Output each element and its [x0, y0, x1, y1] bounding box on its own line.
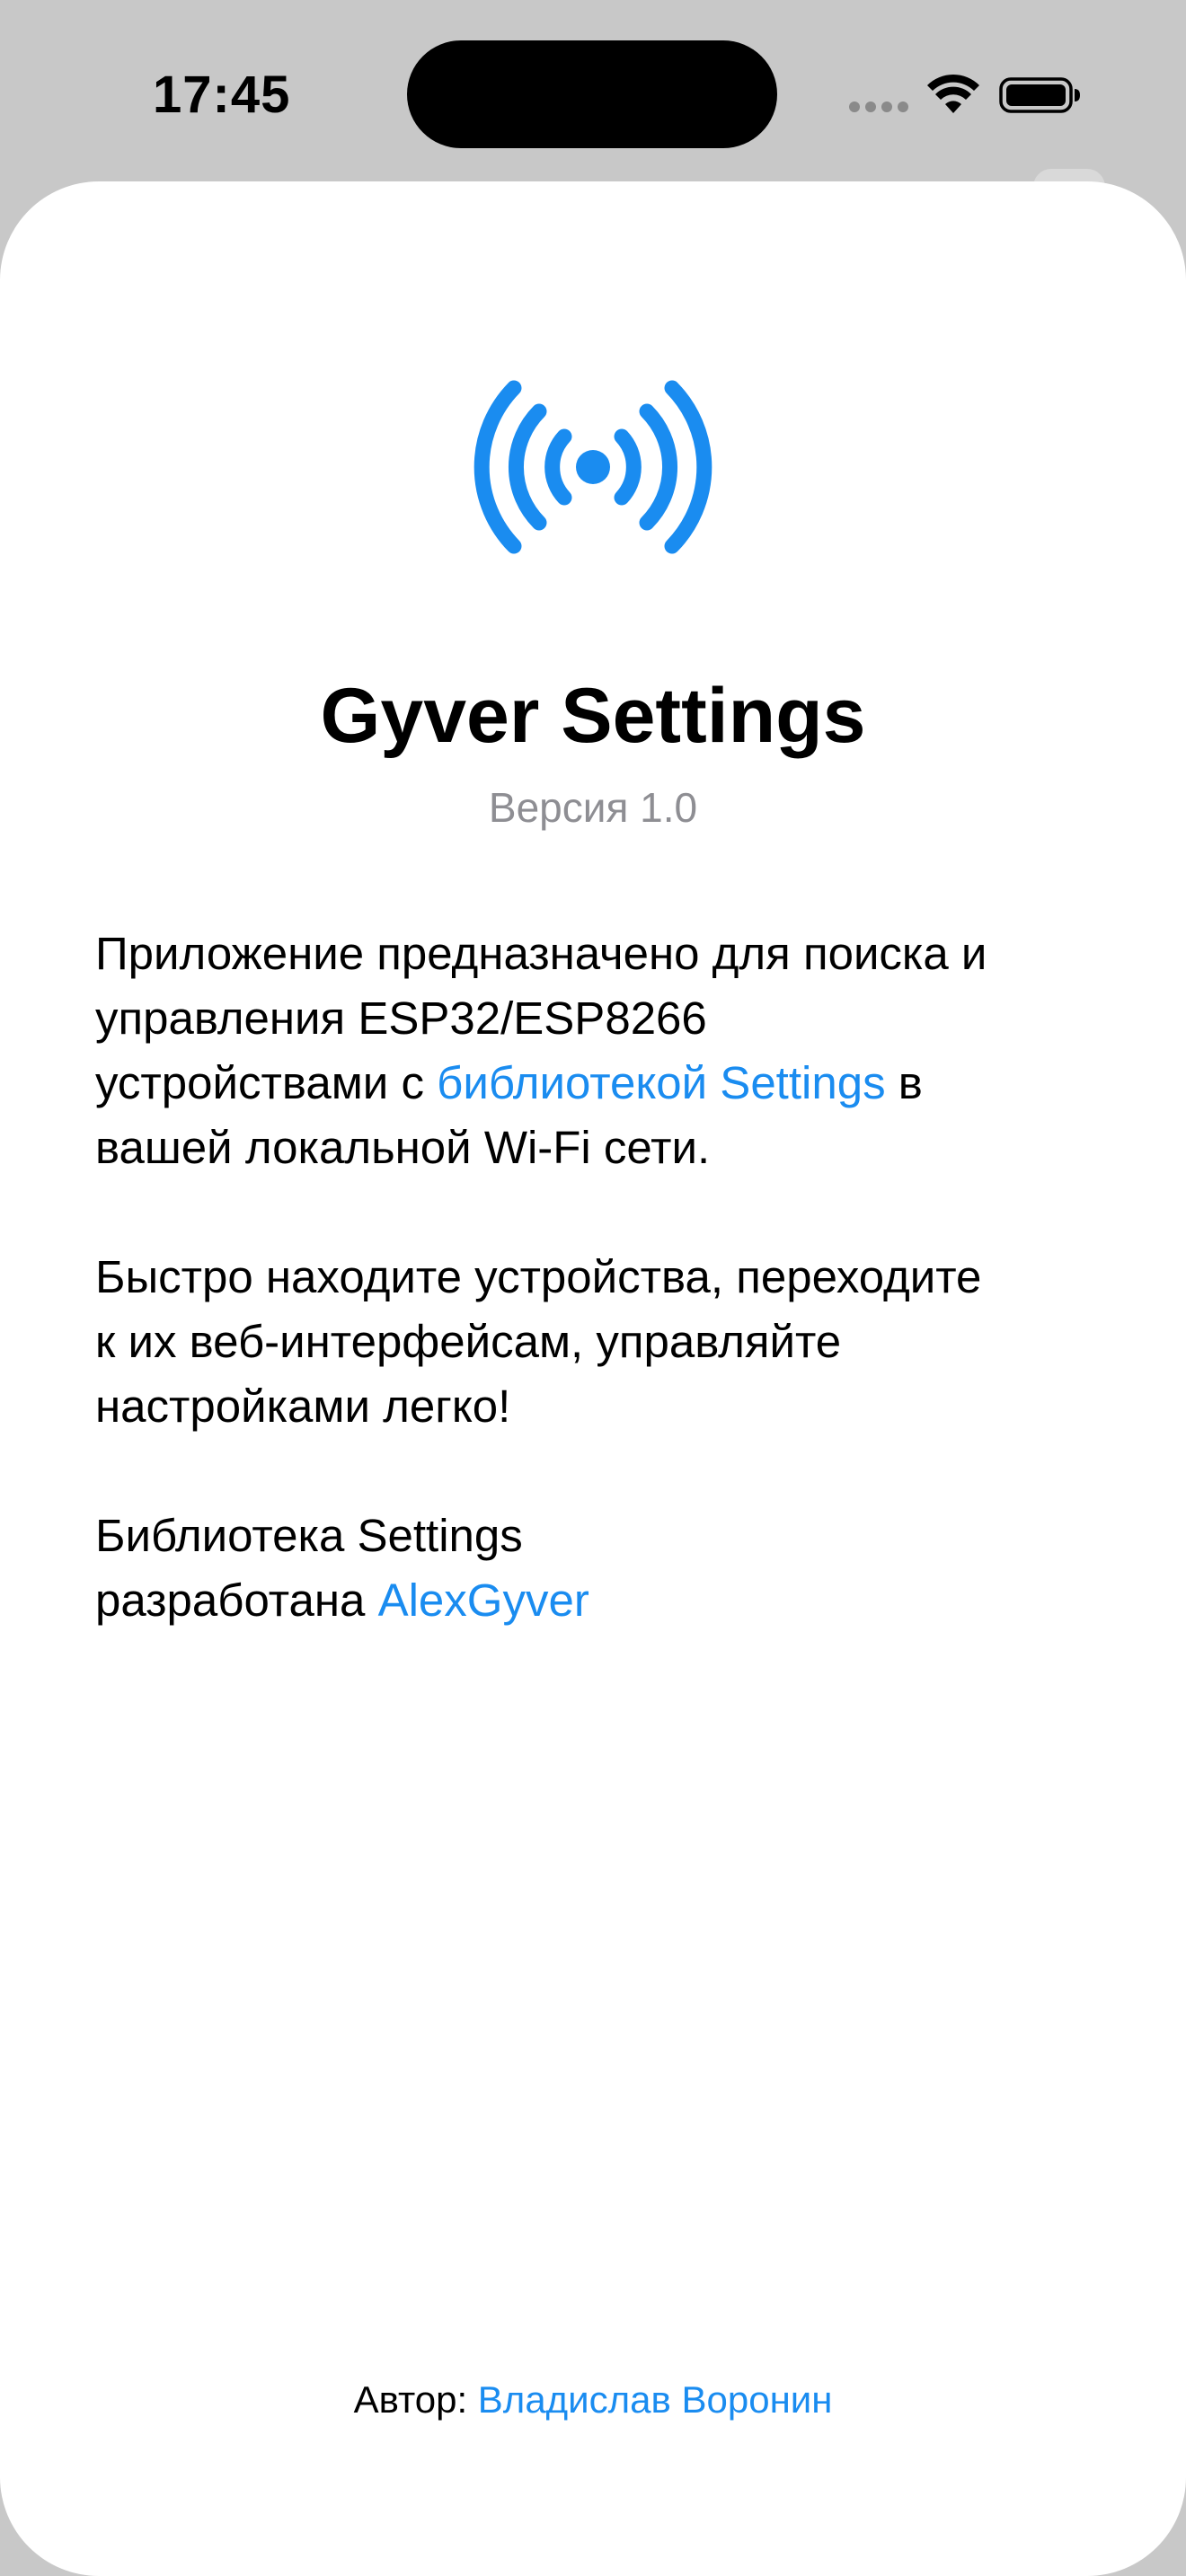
- settings-library-link[interactable]: библиотекой Settings: [437, 1057, 885, 1108]
- author-label: Автор:: [353, 2378, 478, 2421]
- description-line: устройствами с: [95, 1057, 438, 1108]
- app-version: Версия 1.0: [488, 784, 698, 831]
- wifi-icon: [927, 74, 979, 113]
- features-line: Быстро находите устройства, переходите: [95, 1251, 982, 1302]
- app-title: Gyver Settings: [320, 673, 866, 759]
- app-screen: 17:45 Gyver Settings Версия 1.0 Приложен…: [0, 0, 1186, 2576]
- description-line: управления ESP32/ESP8266: [95, 992, 707, 1044]
- dynamic-island: [407, 40, 777, 148]
- features-line: к их веб-интерфейсам, управляйте: [95, 1316, 842, 1367]
- description-line: в: [885, 1057, 923, 1108]
- antenna-broadcast-icon: [474, 380, 712, 554]
- status-time: 17:45: [153, 66, 291, 124]
- description-line: вашей локальной Wi-Fi сети.: [95, 1122, 711, 1173]
- battery-icon: [999, 77, 1080, 113]
- credits-line: разработана: [95, 1575, 378, 1626]
- cellular-signal-icon: [849, 101, 908, 112]
- credits-paragraph: Библиотека Settings разработана AlexGyve…: [95, 1504, 1120, 1633]
- features-paragraph: Быстро находите устройства, переходите к…: [95, 1245, 1120, 1439]
- credits-line: Библиотека Settings: [95, 1510, 523, 1561]
- author-footer: Автор: Владислав Воронин: [0, 2378, 1186, 2422]
- alexgyver-link[interactable]: AlexGyver: [378, 1575, 589, 1626]
- description-paragraph: Приложение предназначено для поиска и уп…: [95, 922, 1120, 1180]
- author-link[interactable]: Владислав Воронин: [478, 2378, 833, 2421]
- features-line: настройками легко!: [95, 1381, 511, 1432]
- description-line: Приложение предназначено для поиска и: [95, 928, 987, 979]
